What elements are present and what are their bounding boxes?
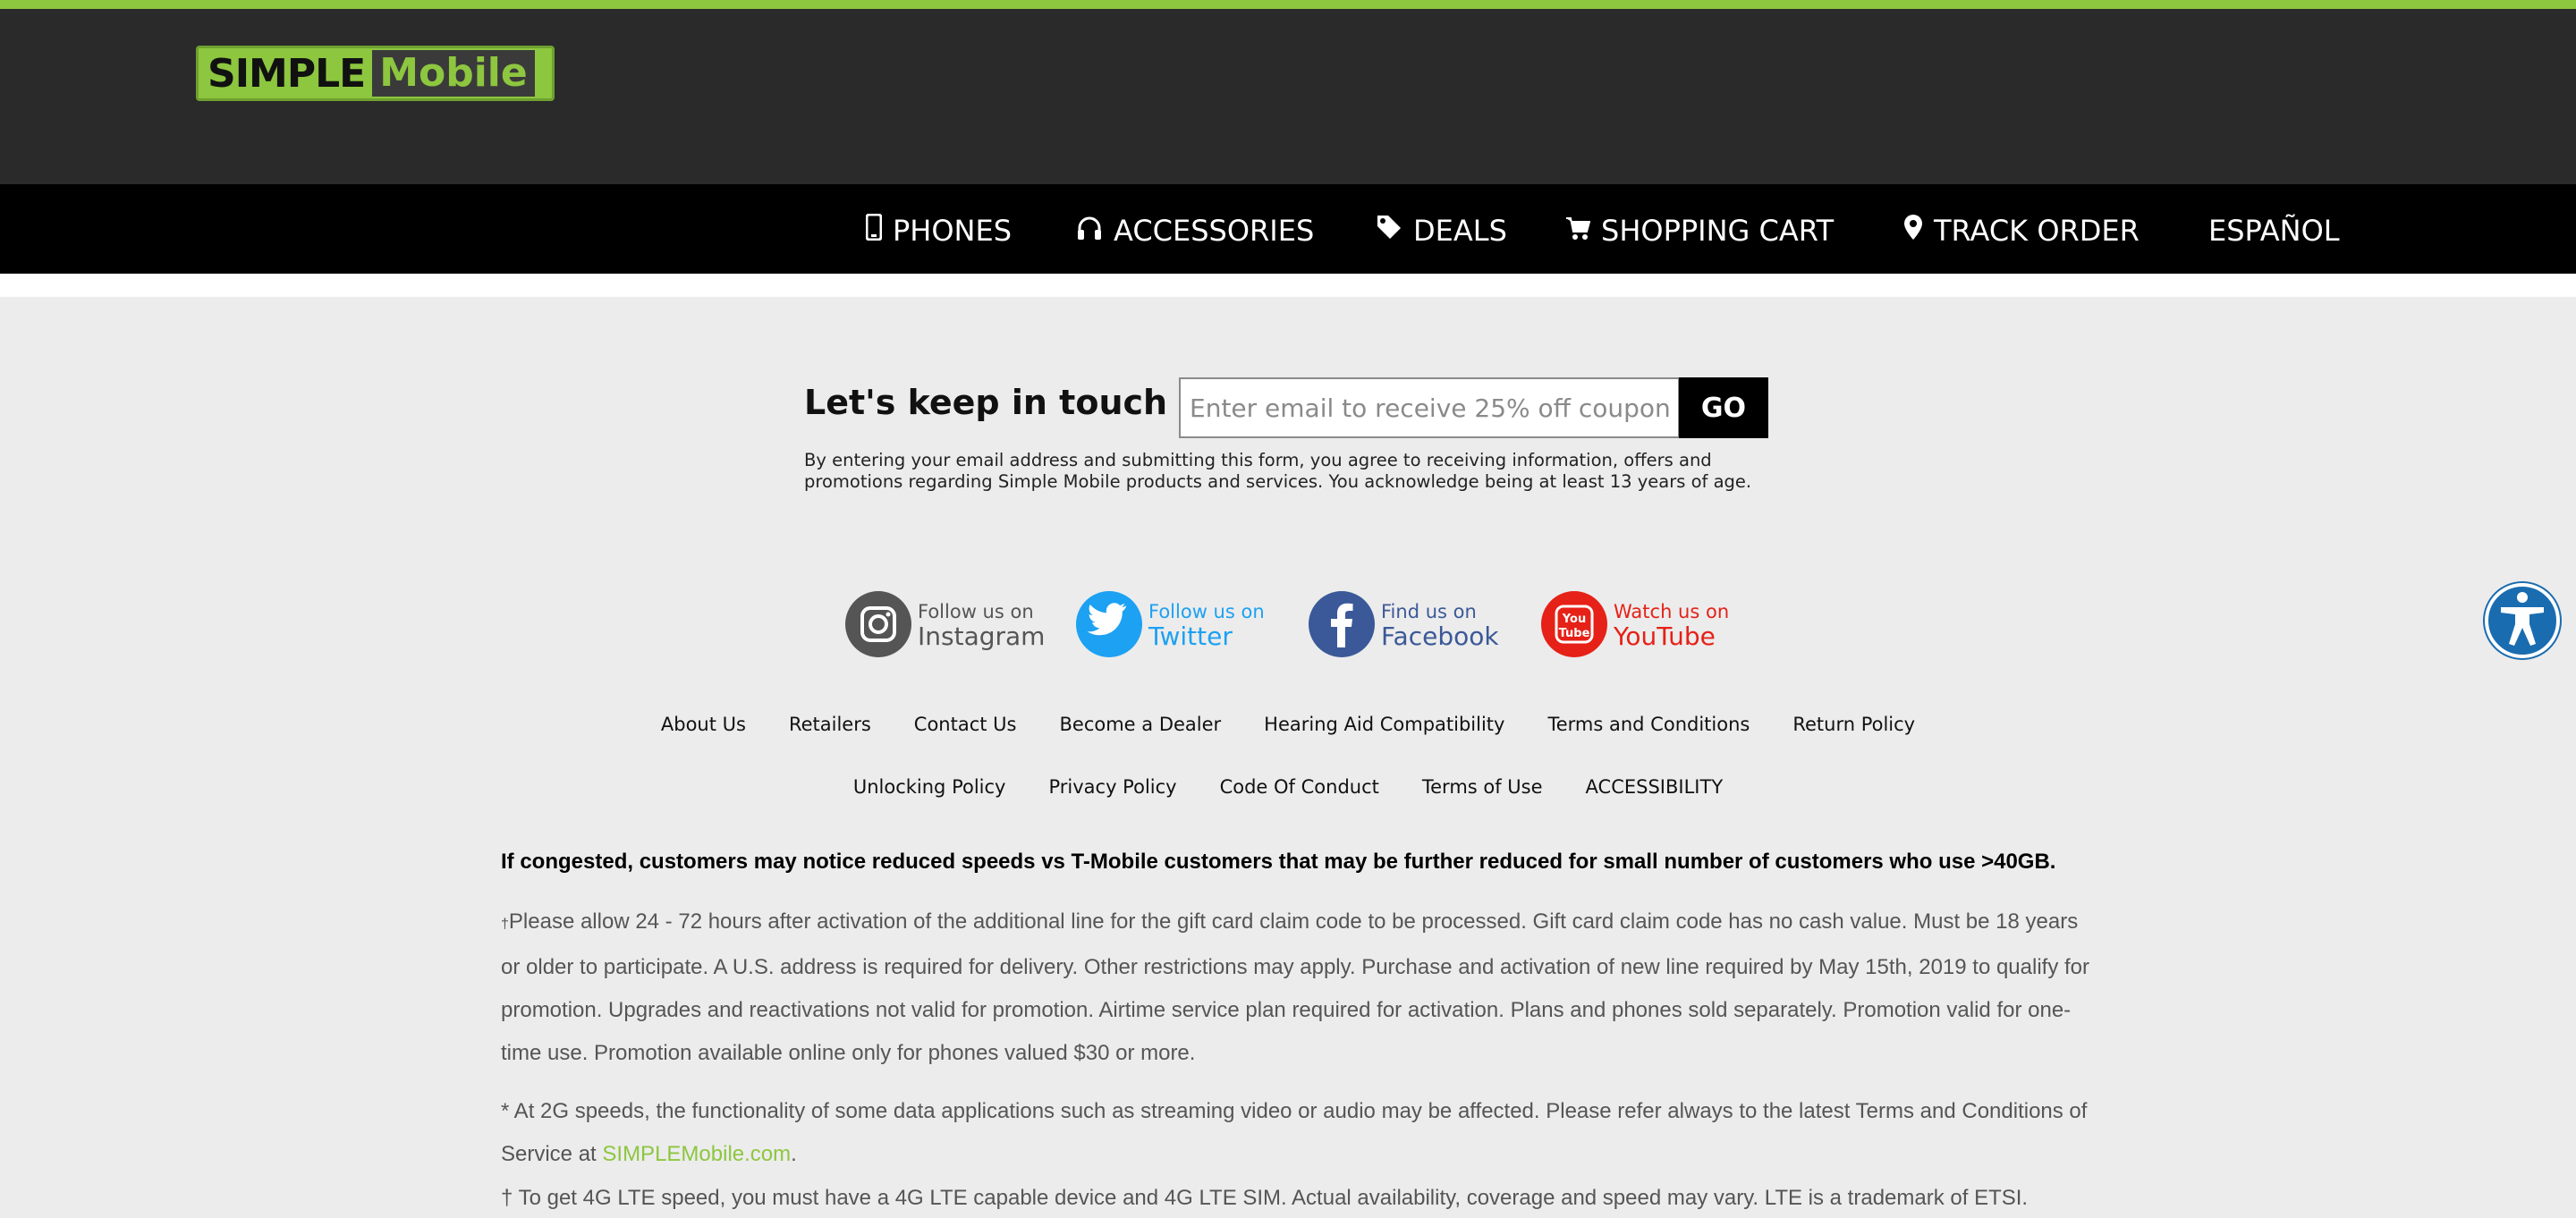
gift-dagger: † — [501, 917, 509, 932]
lte-disclaimer: † To get 4G LTE speed, you must have a 4… — [501, 1186, 2029, 1210]
map-pin-icon — [1903, 214, 1934, 248]
footer-link-retailers[interactable]: Retailers — [789, 714, 871, 735]
footer-links-row2: Unlocking Policy Privacy Policy Code Of … — [0, 776, 2576, 798]
footer-link-terms-of-use[interactable]: Terms of Use — [1422, 776, 1543, 798]
newsletter-email-input[interactable] — [1179, 377, 1680, 438]
footer-link-terms-conditions[interactable]: Terms and Conditions — [1547, 714, 1750, 735]
nav-espanol-label: ESPAÑOL — [2208, 214, 2340, 248]
footer-link-unlocking-policy[interactable]: Unlocking Policy — [853, 776, 1006, 798]
nav-track-order-label: TRACK ORDER — [1934, 214, 2140, 248]
nav-espanol[interactable]: ESPAÑOL — [2208, 211, 2340, 250]
youtube-line2: YouTube — [1614, 622, 1716, 651]
facebook-line1: Find us on — [1381, 601, 1477, 622]
nav-shopping-cart[interactable]: SHOPPING CART — [1565, 211, 1834, 250]
instagram-line1: Follow us on — [918, 601, 1034, 622]
nav-track-order[interactable]: TRACK ORDER — [1903, 211, 2140, 250]
instagram-line2: Instagram — [918, 622, 1046, 651]
footer-link-accessibility[interactable]: ACCESSIBILITY — [1586, 776, 1724, 798]
logo-text-mobile: Mobile — [372, 50, 535, 97]
facebook-icon — [1308, 590, 1376, 663]
footer-link-contact-us[interactable]: Contact Us — [914, 714, 1017, 735]
phone-icon — [865, 213, 893, 248]
nav-deals-label: DEALS — [1413, 214, 1507, 248]
cart-icon — [1565, 214, 1601, 248]
facebook-line2: Facebook — [1381, 622, 1499, 651]
social-instagram[interactable]: Follow us on Instagram — [844, 590, 1045, 662]
newsletter-heading: Let's keep in touch — [804, 383, 1168, 422]
site-header: SIMPLE Mobile — [0, 9, 2576, 184]
nav-divider-strip — [0, 274, 2576, 297]
svg-text:Tube: Tube — [1559, 627, 1590, 640]
nav-shopping-cart-label: SHOPPING CART — [1601, 214, 1835, 248]
footer-link-return-policy[interactable]: Return Policy — [1792, 714, 1915, 735]
nav-phones[interactable]: PHONES — [865, 211, 1013, 250]
twitter-line1: Follow us on — [1148, 601, 1265, 622]
accessibility-icon — [2497, 590, 2547, 652]
footer-link-code-of-conduct[interactable]: Code Of Conduct — [1220, 776, 1379, 798]
twitter-icon — [1075, 590, 1143, 663]
newsletter-go-button[interactable]: GO — [1679, 377, 1768, 438]
twitter-line2: Twitter — [1148, 622, 1233, 651]
social-twitter[interactable]: Follow us on Twitter — [1075, 590, 1265, 662]
footer-links-row1: About Us Retailers Contact Us Become a D… — [0, 714, 2576, 735]
youtube-icon: You Tube — [1540, 590, 1608, 663]
nav-deals[interactable]: DEALS — [1376, 211, 1507, 250]
svg-text:You: You — [1562, 613, 1586, 626]
instagram-icon — [844, 590, 912, 663]
footer-link-privacy-policy[interactable]: Privacy Policy — [1048, 776, 1176, 798]
congestion-notice: If congested, customers may notice reduc… — [501, 850, 2056, 874]
nav-accessories-label: ACCESSORIES — [1114, 214, 1315, 248]
social-youtube[interactable]: You Tube Watch us on YouTube — [1540, 590, 1729, 662]
nav-phones-label: PHONES — [893, 214, 1013, 248]
gift-card-disclaimer: †Please allow 24 - 72 hours after activa… — [501, 901, 2093, 1075]
social-facebook[interactable]: Find us on Facebook — [1308, 590, 1499, 662]
nav-accessories[interactable]: ACCESSORIES — [1076, 211, 1314, 250]
gift-card-text: Please allow 24 - 72 hours after activat… — [501, 909, 2090, 1065]
logo-text-simple: SIMPLE — [208, 50, 366, 97]
tag-icon — [1376, 214, 1413, 248]
accessibility-widget-button[interactable] — [2485, 583, 2560, 658]
speed-disclaimer: * At 2G speeds, the functionality of som… — [501, 1090, 2093, 1176]
headphones-icon — [1076, 214, 1114, 248]
footer-link-hearing-aid[interactable]: Hearing Aid Compatibility — [1264, 714, 1504, 735]
simple-mobile-logo[interactable]: SIMPLE Mobile — [196, 46, 555, 101]
main-nav: PHONES ACCESSORIES DEALS SHOPPING CART T… — [0, 184, 2576, 274]
speed-suffix: . — [791, 1142, 797, 1166]
newsletter-disclaimer: By entering your email address and submi… — [804, 450, 1752, 492]
top-accent-strip — [0, 0, 2576, 9]
footer-link-become-dealer[interactable]: Become a Dealer — [1060, 714, 1222, 735]
simplemobile-link[interactable]: SIMPLEMobile.com — [602, 1142, 791, 1166]
youtube-line1: Watch us on — [1614, 601, 1730, 622]
footer-link-about-us[interactable]: About Us — [661, 714, 746, 735]
